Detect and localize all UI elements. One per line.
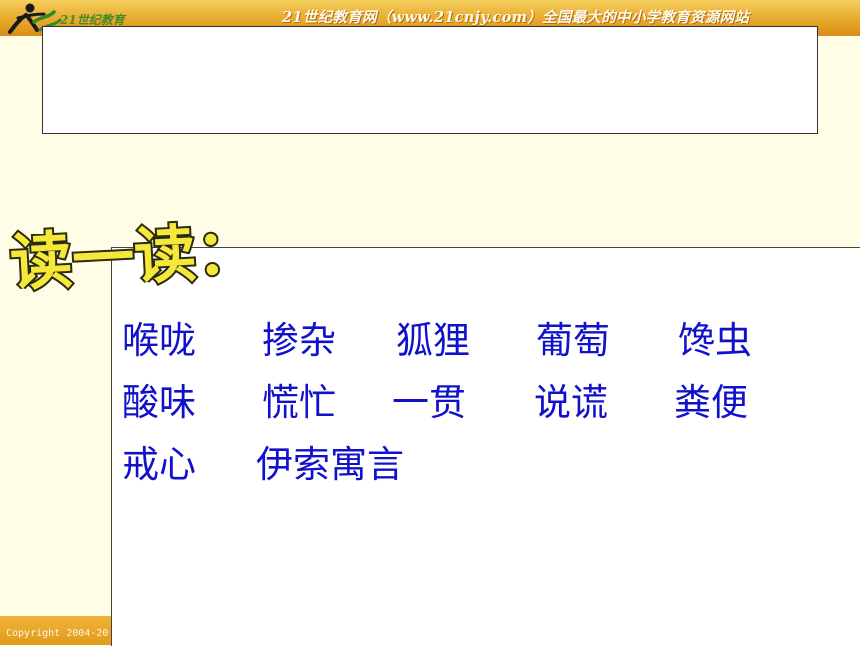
- vocab-word: 掺杂: [262, 319, 336, 362]
- content-panel: [111, 247, 860, 646]
- read-heading-text: 读一读：: [8, 214, 259, 300]
- title-box: [42, 26, 818, 134]
- read-heading: 读一读：: [6, 212, 261, 300]
- vocab-word: 说谎: [534, 381, 608, 424]
- vocab-word: 粪便: [674, 381, 748, 424]
- vocab-word: 一贯: [392, 381, 466, 424]
- vocab-word: 狐狸: [396, 319, 470, 362]
- vocab-word: 伊索寓言: [256, 443, 404, 486]
- vocab-word: 慌忙: [262, 381, 336, 424]
- copyright-text: Copyright 2004-20: [6, 628, 109, 639]
- vocab-word: 葡萄: [536, 319, 610, 362]
- vocab-word: 酸味: [122, 381, 196, 424]
- vocab-word: 喉咙: [122, 319, 196, 362]
- vocab-word: 戒心: [122, 443, 196, 486]
- site-banner: 21世纪教育网（www.21cnjy.com）全国最大的中小学教育资源网站: [282, 9, 750, 26]
- vocab-word: 馋虫: [678, 319, 752, 362]
